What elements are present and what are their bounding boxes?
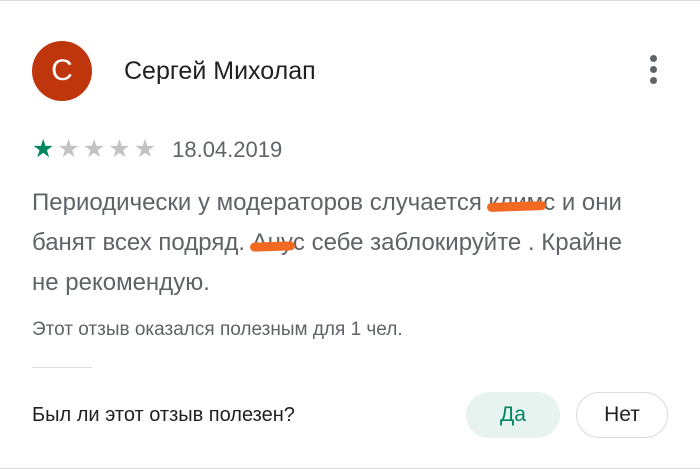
review-card: С Сергей Михолап ★ ★ ★ ★ ★ 18.04.2019 Пе…	[0, 0, 700, 469]
star-icon: ★	[82, 135, 106, 163]
review-text: Периодически у модераторов случается кли…	[32, 183, 632, 303]
redacted-word: Ану	[251, 229, 293, 256]
star-rating: ★ ★ ★ ★ ★	[32, 137, 156, 162]
star-icon: ★	[133, 135, 157, 163]
no-button[interactable]: Нет	[576, 392, 668, 438]
more-vert-icon	[649, 54, 657, 62]
review-text-part: Периодически у модераторов случается	[32, 189, 482, 216]
author-name: Сергей Михолап	[124, 57, 316, 85]
divider	[32, 367, 92, 368]
more-options-button[interactable]	[636, 51, 670, 87]
helpful-count: Этот отзыв оказался полезным для 1 чел.	[32, 319, 403, 340]
yes-button[interactable]: Да	[466, 392, 560, 438]
star-icon: ★	[32, 135, 55, 163]
redacted-word: клим	[488, 189, 544, 216]
review-date: 18.04.2019	[172, 137, 283, 162]
star-icon: ★	[108, 135, 131, 163]
more-vert-icon-dot	[649, 76, 657, 84]
avatar-letter: С	[51, 54, 73, 87]
avatar: С	[32, 41, 92, 101]
star-icon: ★	[57, 135, 80, 163]
helpful-question: Был ли этот отзыв полезен?	[32, 404, 295, 426]
rating-row: ★ ★ ★ ★ ★ 18.04.2019	[32, 137, 283, 163]
more-vert-icon-dot	[649, 65, 657, 73]
